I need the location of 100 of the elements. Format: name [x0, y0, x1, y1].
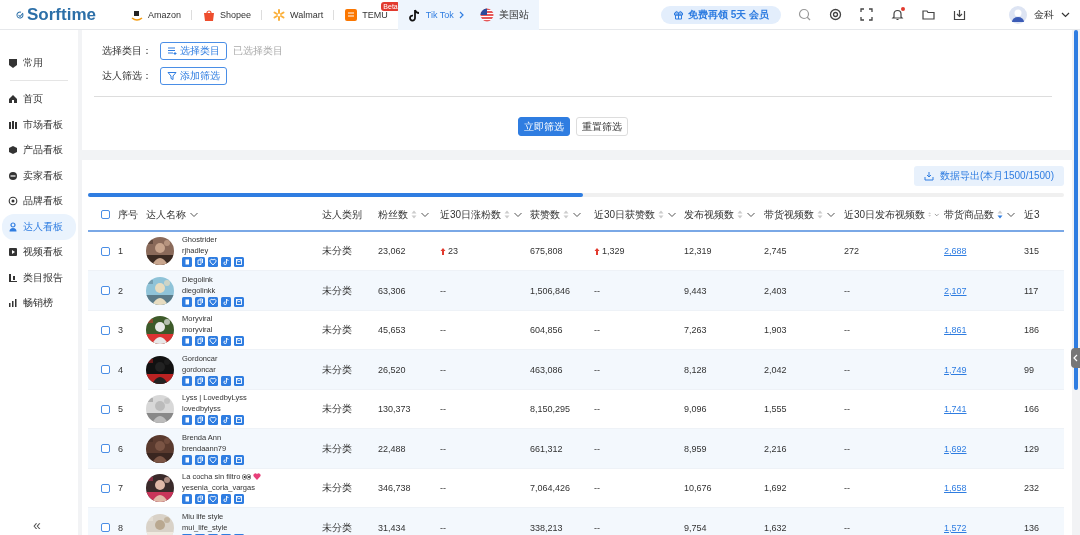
product-count-link[interactable]: 1,741 — [944, 404, 967, 415]
mail-icon[interactable] — [234, 257, 244, 268]
folder-icon[interactable] — [922, 8, 935, 21]
platform-tab[interactable]: Shopee — [192, 0, 262, 30]
product-count-link[interactable]: 1,692 — [944, 443, 967, 454]
platform-tab[interactable]: Tik Tok — [397, 0, 476, 30]
vertical-scrollbar[interactable] — [1074, 30, 1078, 390]
sidebar-item[interactable]: 卖家看板 — [2, 163, 76, 189]
sidebar-item[interactable]: 品牌看板 — [2, 188, 76, 214]
collapse-button[interactable]: « — [33, 517, 41, 533]
sidebar-item[interactable]: 达人看板 — [2, 214, 76, 240]
mail-icon[interactable] — [234, 375, 244, 386]
music-note-icon[interactable] — [221, 415, 231, 426]
document-icon[interactable] — [182, 454, 192, 465]
table-cell-text: 12,319 — [683, 246, 713, 257]
copy-icon[interactable] — [195, 415, 205, 426]
music-note-icon[interactable] — [221, 494, 231, 505]
row-checkbox[interactable] — [101, 325, 110, 335]
document-icon[interactable] — [182, 296, 192, 307]
product-count-link[interactable]: 2,107 — [944, 285, 967, 296]
sidebar-item[interactable]: 市场看板 — [2, 112, 76, 138]
table-cell-text: 2,042 — [763, 364, 788, 375]
mail-icon[interactable] — [234, 494, 244, 505]
document-icon[interactable] — [182, 336, 192, 347]
table-cell: -- — [594, 325, 600, 336]
shopping-bag-icon — [202, 7, 217, 22]
table-cell-text: 未分类 — [321, 323, 353, 338]
filter-button[interactable]: 选择类目 — [160, 41, 227, 60]
heart-icon[interactable] — [208, 415, 218, 426]
music-note-icon[interactable] — [221, 336, 231, 347]
document-icon[interactable] — [182, 375, 192, 386]
reset-filter-button[interactable]: 重置筛选 — [576, 117, 628, 136]
fullscreen-icon[interactable] — [860, 8, 873, 21]
table-cell: -- — [594, 483, 600, 494]
copy-icon[interactable] — [195, 336, 205, 347]
platform-tab[interactable]: Walmart — [262, 0, 334, 30]
music-note-icon[interactable] — [221, 296, 231, 307]
sidebar-item[interactable]: 常用 — [2, 50, 76, 76]
export-button[interactable]: 数据导出(本月1500/1500) — [914, 166, 1064, 186]
column-header: 近3 — [1024, 207, 1040, 222]
document-icon[interactable] — [182, 494, 192, 505]
mail-icon[interactable] — [234, 415, 244, 426]
row-checkbox[interactable] — [101, 286, 110, 296]
row-checkbox[interactable] — [101, 483, 110, 493]
music-note-icon[interactable] — [221, 257, 231, 268]
document-icon[interactable] — [182, 257, 192, 268]
promo-button[interactable]: 免费再领 5天 会员 — [660, 5, 781, 24]
copy-icon[interactable] — [195, 296, 205, 307]
expand-panel-button[interactable] — [1071, 348, 1080, 368]
table-cell-text: 9,754 — [683, 522, 708, 533]
heart-icon[interactable] — [208, 494, 218, 505]
table-cell-text: 8,959 — [683, 443, 708, 454]
sort-icon[interactable] — [997, 210, 1003, 220]
download-icon[interactable] — [953, 8, 966, 21]
copy-icon[interactable] — [195, 375, 205, 386]
heart-icon[interactable] — [208, 257, 218, 268]
mail-icon[interactable] — [234, 454, 244, 465]
row-checkbox[interactable] — [101, 365, 110, 375]
product-count-link[interactable]: 1,572 — [944, 522, 967, 533]
heart-icon[interactable] — [208, 375, 218, 386]
select-all-checkbox[interactable] — [101, 210, 110, 220]
table-cell-text: 7,263 — [683, 325, 708, 336]
platform-tab[interactable]: Amazon — [120, 0, 192, 30]
copy-icon[interactable] — [195, 494, 205, 505]
home-icon — [8, 94, 18, 105]
region-selector[interactable]: 美国站 — [475, 0, 539, 30]
product-count-link[interactable]: 1,749 — [944, 364, 967, 375]
settings-icon[interactable] — [829, 8, 842, 21]
filter-button[interactable]: 添加筛选 — [160, 66, 227, 85]
row-checkbox[interactable] — [101, 444, 110, 454]
table-cell-text: 未分类 — [321, 441, 353, 456]
copy-icon[interactable] — [195, 454, 205, 465]
product-count-link[interactable]: 1,861 — [944, 325, 967, 336]
mail-icon[interactable] — [234, 296, 244, 307]
bell-icon[interactable] — [891, 8, 904, 21]
row-checkbox[interactable] — [101, 246, 110, 256]
apply-filter-button[interactable]: 立即筛选 — [518, 117, 570, 136]
chevron-down-icon[interactable] — [1061, 10, 1070, 19]
table-cell-text: -- — [843, 325, 851, 336]
table-cell: -- — [594, 364, 600, 375]
search-icon[interactable] — [798, 8, 811, 21]
horizontal-scrollbar[interactable] — [88, 193, 1064, 197]
sidebar-item[interactable]: 畅销榜 — [2, 290, 76, 316]
sidebar-item[interactable]: 视频看板 — [2, 239, 76, 265]
mail-icon[interactable] — [234, 336, 244, 347]
copy-icon[interactable] — [195, 257, 205, 268]
row-checkbox[interactable] — [101, 404, 110, 414]
table-cell-text: 9,096 — [683, 404, 708, 415]
sidebar-item[interactable]: 产品看板 — [2, 137, 76, 163]
product-count-link[interactable]: 1,658 — [944, 483, 967, 494]
heart-icon[interactable] — [208, 454, 218, 465]
sidebar-item[interactable]: 首页 — [2, 86, 76, 112]
music-note-icon[interactable] — [221, 375, 231, 386]
document-icon[interactable] — [182, 415, 192, 426]
music-note-icon[interactable] — [221, 454, 231, 465]
row-checkbox[interactable] — [101, 523, 110, 533]
sidebar-item[interactable]: 类目报告 — [2, 265, 76, 291]
heart-icon[interactable] — [208, 296, 218, 307]
heart-icon[interactable] — [208, 336, 218, 347]
product-count-link[interactable]: 2,688 — [944, 246, 967, 257]
